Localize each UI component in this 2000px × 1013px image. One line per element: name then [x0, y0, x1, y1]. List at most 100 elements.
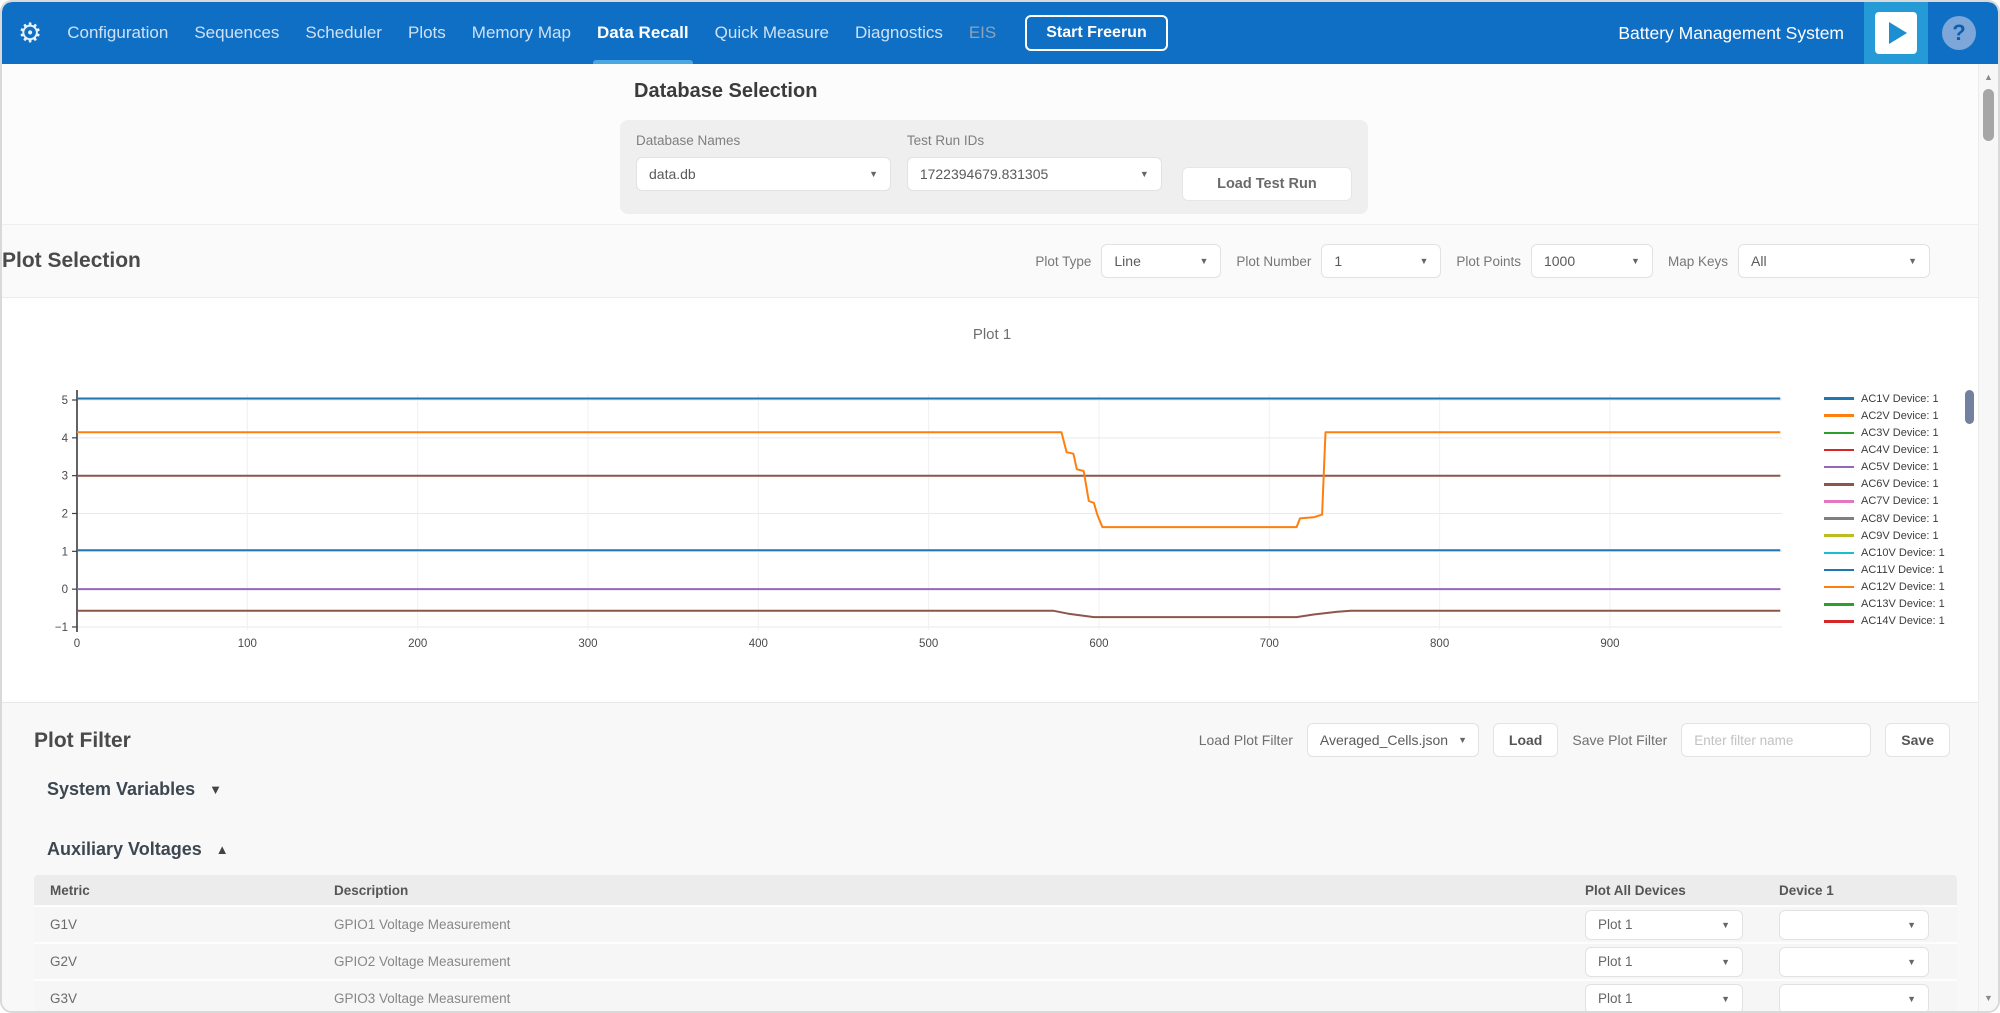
legend-item-ac3v-device-1[interactable]: AC3V Device: 1 [1824, 424, 1945, 441]
metric-cell: G1V [50, 917, 334, 932]
legend-label: AC6V Device: 1 [1861, 478, 1939, 490]
column-header-device-1: Device 1 [1779, 883, 1957, 898]
chart-title: Plot 1 [902, 326, 1082, 343]
svg-text:700: 700 [1260, 638, 1279, 650]
plot-svg[interactable]: −10123450100200300400500600700800900 [2, 298, 1982, 702]
load-plot-filter-value: Averaged_Cells.json [1320, 732, 1448, 748]
scroll-down-icon[interactable]: ▼ [1979, 993, 1998, 1003]
plot-type-value: Line [1114, 253, 1140, 269]
legend-item-ac4v-device-1[interactable]: AC4V Device: 1 [1824, 441, 1945, 458]
auxiliary-voltages-header[interactable]: Auxiliary Voltages ▲ [47, 839, 229, 860]
save-filter-button[interactable]: Save [1885, 723, 1950, 757]
test-run-ids-value: 1722394679.831305 [920, 166, 1048, 182]
save-plot-filter-label: Save Plot Filter [1572, 732, 1667, 748]
chart-legend: AC1V Device: 1 AC2V Device: 1 AC3V Device:… [1824, 390, 1945, 630]
database-names-select[interactable]: data.db ▼ [636, 157, 891, 191]
control-plot-number: Plot Number1▼ [1236, 244, 1441, 278]
svg-text:100: 100 [238, 638, 257, 650]
legend-item-ac10v-device-1[interactable]: AC10V Device: 1 [1824, 544, 1945, 561]
nav-right: Battery Management System ? [1618, 2, 1998, 64]
svg-text:1: 1 [62, 546, 68, 558]
start-freerun-button[interactable]: Start Freerun [1025, 15, 1167, 51]
play-button[interactable] [1864, 2, 1928, 64]
legend-label: AC14V Device: 1 [1861, 615, 1945, 627]
system-variables-header[interactable]: System Variables ▼ [47, 779, 222, 800]
legend-item-ac9v-device-1[interactable]: AC9V Device: 1 [1824, 527, 1945, 544]
test-run-ids-label: Test Run IDs [907, 133, 1162, 148]
device1-select-g3v[interactable]: ▼ [1779, 984, 1929, 1012]
plot-type-select[interactable]: Line▼ [1101, 244, 1221, 278]
gear-icon[interactable]: ⚙ [18, 20, 42, 47]
nav-item-scheduler[interactable]: Scheduler [305, 2, 382, 64]
test-run-ids-select[interactable]: 1722394679.831305 ▼ [907, 157, 1162, 191]
plot-all-select-g3v-value: Plot 1 [1598, 991, 1633, 1006]
plot-number-select[interactable]: 1▼ [1321, 244, 1441, 278]
map-keys-value: All [1751, 253, 1767, 269]
legend-label: AC2V Device: 1 [1861, 410, 1939, 422]
legend-swatch [1824, 466, 1854, 469]
legend-item-ac6v-device-1[interactable]: AC6V Device: 1 [1824, 476, 1945, 493]
plot-all-select-g1v[interactable]: Plot 1 ▼ [1585, 910, 1743, 940]
legend-item-ac2v-device-1[interactable]: AC2V Device: 1 [1824, 407, 1945, 424]
legend-item-ac8v-device-1[interactable]: AC8V Device: 1 [1824, 510, 1945, 527]
legend-item-ac13v-device-1[interactable]: AC13V Device: 1 [1824, 596, 1945, 613]
device1-cell: ▼ [1779, 984, 1957, 1012]
chevron-down-icon: ▼ [1721, 920, 1730, 930]
svg-text:600: 600 [1089, 638, 1108, 650]
plot-points-value: 1000 [1544, 253, 1575, 269]
plot-points-select[interactable]: 1000▼ [1531, 244, 1653, 278]
device1-cell: ▼ [1779, 910, 1957, 940]
nav-item-data-recall[interactable]: Data Recall [597, 2, 689, 64]
legend-swatch [1824, 603, 1854, 606]
database-names-label: Database Names [636, 133, 891, 148]
nav-item-memory-map[interactable]: Memory Map [472, 2, 571, 64]
column-header-metric: Metric [50, 883, 334, 898]
legend-item-ac1v-device-1[interactable]: AC1V Device: 1 [1824, 390, 1945, 407]
device1-select-g1v[interactable]: ▼ [1779, 910, 1929, 940]
chevron-down-icon: ▼ [1420, 256, 1429, 266]
legend-item-ac5v-device-1[interactable]: AC5V Device: 1 [1824, 459, 1945, 476]
chevron-down-icon: ▼ [1721, 957, 1730, 967]
legend-item-ac11v-device-1[interactable]: AC11V Device: 1 [1824, 561, 1945, 578]
scroll-up-icon[interactable]: ▲ [1979, 72, 1998, 82]
auxiliary-voltages-table: MetricDescriptionPlot All DevicesDevice … [34, 875, 1957, 1011]
load-plot-filter-select[interactable]: Averaged_Cells.json ▼ [1307, 723, 1479, 757]
page-scrollbar[interactable]: ▲ ▼ [1978, 64, 1998, 1011]
load-filter-button[interactable]: Load [1493, 723, 1558, 757]
column-header-plot-all-devices: Plot All Devices [1585, 883, 1779, 898]
table-header-row: MetricDescriptionPlot All DevicesDevice … [34, 875, 1957, 905]
plot-all-select-g1v-value: Plot 1 [1598, 917, 1633, 932]
help-icon[interactable]: ? [1942, 16, 1976, 50]
legend-swatch [1824, 500, 1854, 503]
nav-item-configuration[interactable]: Configuration [67, 2, 168, 64]
filter-name-input[interactable] [1681, 723, 1871, 757]
legend-item-ac14v-device-1[interactable]: AC14V Device: 1 [1824, 613, 1945, 630]
nav-item-quick-measure[interactable]: Quick Measure [715, 2, 829, 64]
map-keys-select[interactable]: All▼ [1738, 244, 1930, 278]
plot-type-label: Plot Type [1035, 254, 1091, 269]
plot-all-select-g3v[interactable]: Plot 1▼ [1585, 984, 1743, 1012]
inner-scrollbar-thumb[interactable] [1965, 390, 1974, 424]
plot-all-devices-cell: Plot 1 ▼ [1585, 910, 1779, 940]
svg-text:−1: −1 [55, 622, 68, 634]
legend-item-ac12v-device-1[interactable]: AC12V Device: 1 [1824, 579, 1945, 596]
nav-item-diagnostics[interactable]: Diagnostics [855, 2, 943, 64]
load-test-run-button[interactable]: Load Test Run [1182, 167, 1352, 201]
nav-item-plots[interactable]: Plots [408, 2, 446, 64]
description-cell: GPIO2 Voltage Measurement [334, 954, 1585, 969]
database-selection-card: Database Names data.db ▼ Test Run IDs 17… [620, 120, 1368, 214]
nav-item-sequences[interactable]: Sequences [194, 2, 279, 64]
legend-label: AC13V Device: 1 [1861, 598, 1945, 610]
svg-text:400: 400 [749, 638, 768, 650]
chevron-up-icon: ▲ [216, 842, 229, 857]
svg-text:3: 3 [62, 471, 68, 483]
legend-item-ac7v-device-1[interactable]: AC7V Device: 1 [1824, 493, 1945, 510]
svg-text:0: 0 [62, 584, 68, 596]
legend-swatch [1824, 414, 1854, 417]
legend-label: AC1V Device: 1 [1861, 393, 1939, 405]
plot-all-select-g2v[interactable]: Plot 1▼ [1585, 947, 1743, 977]
device1-select-g2v[interactable]: ▼ [1779, 947, 1929, 977]
scrollbar-thumb[interactable] [1983, 89, 1994, 141]
table-row-g2v: G2VGPIO2 Voltage MeasurementPlot 1▼▼ [34, 942, 1957, 979]
svg-text:0: 0 [74, 638, 80, 650]
